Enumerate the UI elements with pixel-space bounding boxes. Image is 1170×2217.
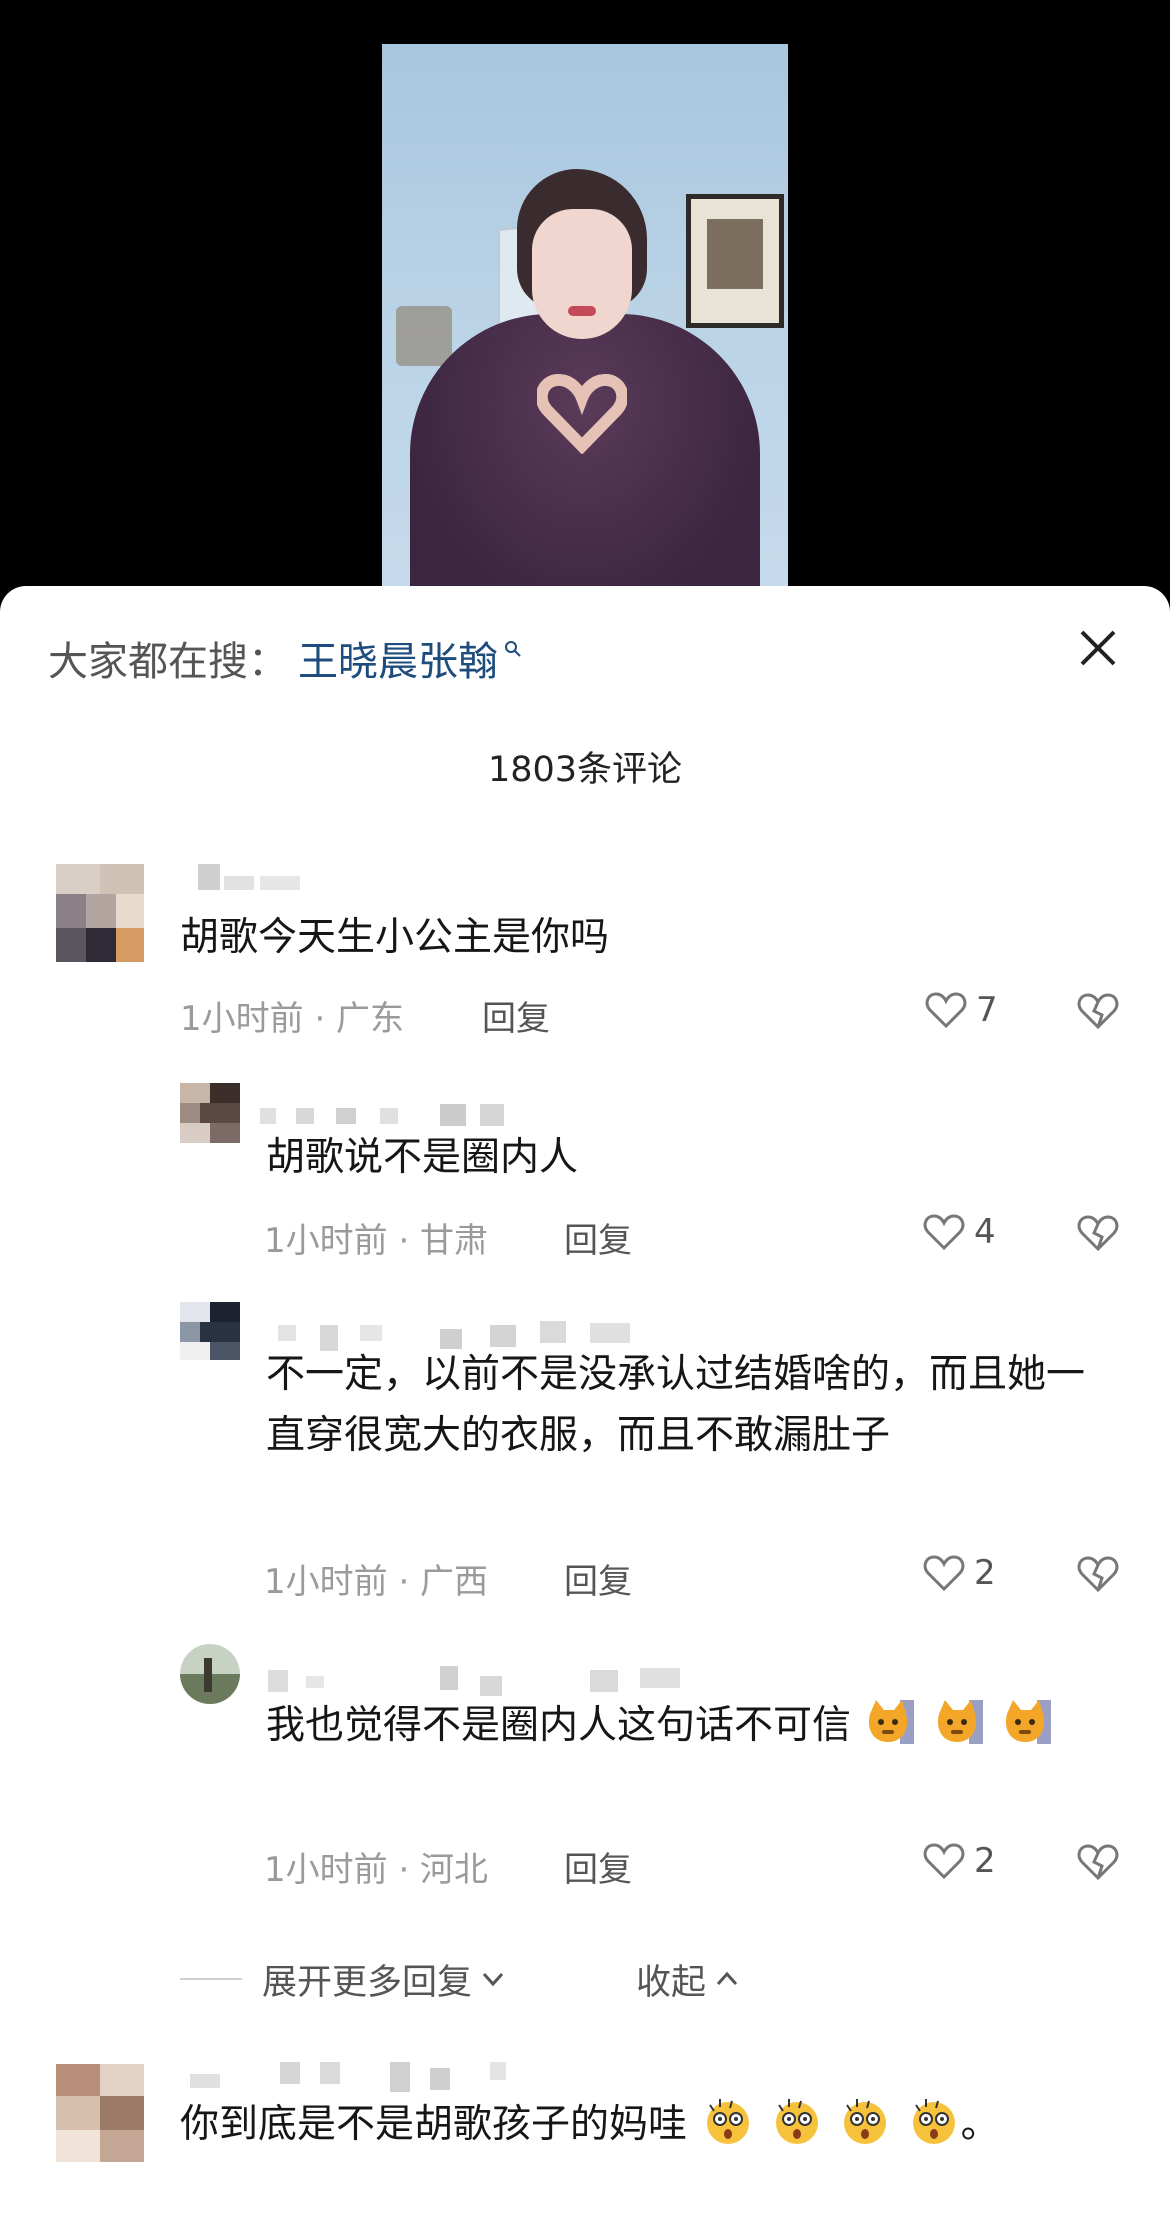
comment-text: 我也觉得不是圈内人这句话不可信 <box>266 1695 1086 1756</box>
comment-text: 你到底是不是胡歌孩子的妈哇 。 <box>180 2094 1160 2155</box>
broken-heart-icon[interactable] <box>1076 1842 1120 1882</box>
comment-panel: 大家都在搜： 王晓晨张翰 1803条评论 胡歌今天生小公主是你吗 1小时前 · … <box>0 586 1170 2217</box>
avatar[interactable] <box>56 2064 144 2162</box>
cat-emoji-icon <box>866 1696 916 1748</box>
like-count: 2 <box>974 1841 996 1881</box>
divider <box>180 1978 242 1980</box>
broken-heart-icon[interactable] <box>1076 1554 1120 1594</box>
search-icon <box>505 641 521 657</box>
cat-emoji-icon <box>935 1696 985 1748</box>
avatar[interactable] <box>180 1302 240 1360</box>
comment-count: 1803条评论 <box>487 750 683 790</box>
heart-icon <box>923 1555 965 1592</box>
reply-button[interactable]: 回复 <box>564 1842 632 1891</box>
comment-text-suffix: 。 <box>960 2102 1000 2147</box>
shocked-emoji-icon <box>908 2095 958 2147</box>
trending-search[interactable]: 大家都在搜： 王晓晨张翰 <box>48 630 522 686</box>
heart-icon <box>923 1214 965 1251</box>
chevron-down-icon <box>482 1972 504 1987</box>
heart-icon <box>925 992 967 1029</box>
collapse-replies-label: 收起 <box>636 1962 707 2003</box>
collapse-replies-button[interactable]: 收起 <box>636 1954 742 2004</box>
shocked-emoji-icon <box>771 2095 821 2147</box>
cat-emoji-icon <box>1003 1696 1053 1748</box>
avatar[interactable] <box>56 864 144 962</box>
broken-heart-icon[interactable] <box>1076 991 1120 1031</box>
video-thumbnail <box>382 44 788 600</box>
comment-meta: 1小时前 · 河北 <box>264 1850 489 1890</box>
comment-meta: 1小时前 · 甘肃 <box>264 1221 489 1261</box>
like-button[interactable]: 7 <box>924 990 998 1030</box>
comment-text-body: 你到底是不是胡歌孩子的妈哇 <box>180 2102 688 2147</box>
like-button[interactable]: 2 <box>922 1841 996 1881</box>
trending-search-label: 大家都在搜： <box>48 639 288 685</box>
like-count: 7 <box>976 990 998 1030</box>
comment-meta: 1小时前 · 广东 <box>180 999 405 1039</box>
avatar[interactable] <box>180 1644 240 1704</box>
close-icon[interactable] <box>1076 626 1120 670</box>
comment-meta: 1小时前 · 广西 <box>264 1562 489 1602</box>
comment-text: 不一定，以前不是没承认过结婚啥的，而且她一直穿很宽大的衣服，而且不敢漏肚子 <box>266 1352 1086 1458</box>
comment-text: 胡歌今天生小公主是你吗 <box>180 915 610 960</box>
like-button[interactable]: 2 <box>922 1553 996 1593</box>
reply-button[interactable]: 回复 <box>564 1213 632 1262</box>
shocked-emoji-icon <box>839 2095 889 2147</box>
heart-icon <box>923 1843 965 1880</box>
video-player[interactable] <box>0 0 1170 600</box>
username-blurred[interactable] <box>190 2062 530 2092</box>
shocked-emoji-icon <box>702 2095 752 2147</box>
comment-text-body: 我也觉得不是圈内人这句话不可信 <box>266 1703 852 1748</box>
comment-text: 胡歌说不是圈内人 <box>266 1135 579 1180</box>
like-count: 2 <box>974 1553 996 1593</box>
expand-replies-label: 展开更多回复 <box>262 1962 473 2003</box>
broken-heart-icon[interactable] <box>1076 1213 1120 1253</box>
reply-button[interactable]: 回复 <box>482 991 550 1040</box>
reply-button[interactable]: 回复 <box>564 1554 632 1603</box>
username-blurred[interactable] <box>260 1666 730 1696</box>
username-blurred[interactable] <box>198 864 308 890</box>
expand-replies-button[interactable]: 展开更多回复 <box>180 1954 508 2004</box>
trending-search-term[interactable]: 王晓晨张翰 <box>298 629 498 687</box>
avatar[interactable] <box>180 1083 240 1143</box>
chevron-up-icon <box>716 1971 738 1986</box>
like-count: 4 <box>974 1212 996 1252</box>
like-button[interactable]: 4 <box>922 1212 996 1252</box>
